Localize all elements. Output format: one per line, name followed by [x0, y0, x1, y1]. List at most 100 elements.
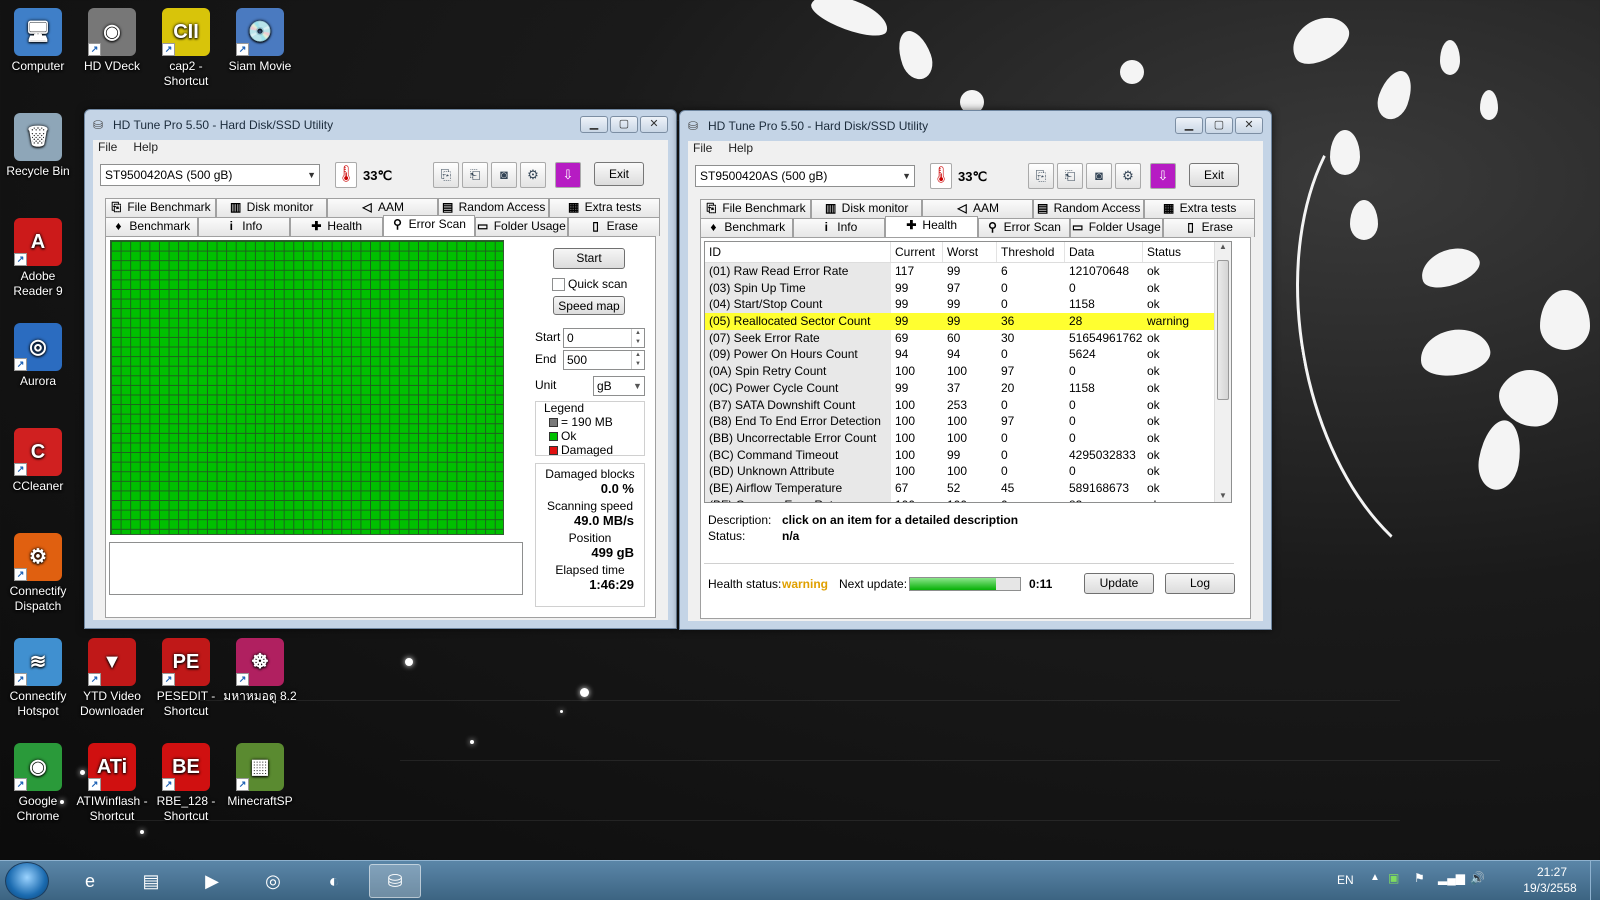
- internet-explorer-icon[interactable]: e: [64, 864, 116, 898]
- tab-random-access[interactable]: ▤ Random Access: [1033, 199, 1144, 218]
- tab-disk-monitor[interactable]: ▥ Disk monitor: [216, 198, 327, 217]
- desktop-icon-disc[interactable]: ◉ ↗ HD VDeck: [74, 8, 150, 74]
- clock-date[interactable]: 19/3/2558: [1512, 881, 1588, 895]
- firefox-icon[interactable]: ◐: [308, 864, 360, 898]
- tab-health[interactable]: ✚ Health: [885, 216, 978, 237]
- tab-benchmark[interactable]: ♦ Benchmark: [105, 217, 198, 236]
- tab-extra-tests[interactable]: ▦ Extra tests: [1144, 199, 1255, 218]
- update-button[interactable]: Update: [1084, 573, 1154, 594]
- desktop-icon-cd[interactable]: 💿 ↗ Siam Movie: [222, 8, 298, 74]
- scroll-down-icon[interactable]: ▼: [1215, 491, 1231, 500]
- drive-select[interactable]: ST9500420AS (500 gB) ▼: [695, 165, 915, 187]
- scroll-up-icon[interactable]: ▲: [1215, 242, 1231, 251]
- start-button[interactable]: [5, 862, 49, 900]
- gpu-tray-icon[interactable]: ▣: [1388, 871, 1399, 885]
- desktop-icon-recycle-bin[interactable]: 🗑 Recycle Bin: [0, 113, 76, 179]
- flag-icon[interactable]: ⚑: [1414, 871, 1425, 885]
- exit-button[interactable]: Exit: [594, 162, 644, 186]
- save-icon[interactable]: ⇩: [1150, 163, 1176, 189]
- table-row[interactable]: (BF) G-sense Error Rate100100083ok: [705, 496, 1231, 502]
- column-header-data[interactable]: Data: [1065, 242, 1143, 262]
- desktop-icon-ati[interactable]: ATi ↗ ATIWinflash - Shortcut: [74, 743, 150, 824]
- tab-error-scan[interactable]: ⚲ Error Scan: [382, 215, 475, 236]
- speed-map-button[interactable]: Speed map: [553, 296, 625, 315]
- table-row[interactable]: (07) Seek Error Rate 69 60 30 51654961762 ok: [705, 329, 1231, 347]
- screenshot-icon[interactable]: ◙: [1086, 163, 1112, 189]
- desktop-icon-connectify-dispatch[interactable]: ⚙ ↗ Connectify Dispatch: [0, 533, 76, 614]
- tab-folder-usage[interactable]: ▭ Folder Usage: [475, 217, 568, 236]
- copy-all-icon[interactable]: ⎗: [462, 162, 488, 188]
- table-row[interactable]: (BB) Uncorrectable Error Count 100 100 0 0 ok: [705, 429, 1231, 447]
- desktop-icon-connectify-hotspot[interactable]: ≋ ↗ Connectify Hotspot: [0, 638, 76, 719]
- desktop-icon-aurora[interactable]: ◎ ↗ Aurora: [0, 323, 76, 389]
- language-indicator[interactable]: EN: [1337, 873, 1354, 887]
- tab-erase[interactable]: ▯ Erase: [567, 217, 660, 236]
- scrollbar-thumb[interactable]: [1217, 260, 1229, 400]
- start-button[interactable]: Start: [553, 248, 625, 269]
- vertical-scrollbar[interactable]: ▲ ▼: [1214, 242, 1231, 502]
- table-row[interactable]: (B8) End To End Error Detection 100 100 97 0…: [705, 413, 1231, 430]
- menu-file[interactable]: File: [98, 140, 117, 158]
- options-icon[interactable]: ⚙: [520, 162, 546, 188]
- start-input[interactable]: 0 ▲ ▼: [563, 328, 645, 348]
- column-header-status[interactable]: Status: [1143, 242, 1215, 262]
- table-row[interactable]: (BD) Unknown Attribute 100 100 0 0 ok: [705, 463, 1231, 480]
- table-row[interactable]: (05) Reallocated Sector Count 99 99 36 28 war…: [705, 313, 1231, 330]
- menu-help[interactable]: Help: [133, 140, 158, 158]
- desktop-icon-adobe-reader[interactable]: A ↗ Adobe Reader 9: [0, 218, 76, 299]
- clock-time[interactable]: 21:27: [1522, 865, 1582, 879]
- show-desktop-button[interactable]: [1590, 861, 1600, 900]
- log-button[interactable]: Log: [1165, 573, 1235, 594]
- spinner-icon[interactable]: ▲ ▼: [631, 329, 644, 347]
- desktop-icon-cap2[interactable]: CII ↗ cap2 - Shortcut: [148, 8, 224, 89]
- tab-extra-tests[interactable]: ▦ Extra tests: [549, 198, 660, 217]
- desktop-icon-chrome[interactable]: ◉ ↗ Google Chrome: [0, 743, 76, 824]
- desktop-icon-pesedit[interactable]: PE ↗ PESEDIT - Shortcut: [148, 638, 224, 719]
- network-icon[interactable]: ▂▄▆: [1438, 871, 1465, 885]
- minimize-button[interactable]: ▁: [1175, 117, 1203, 134]
- maximize-button[interactable]: ▢: [610, 116, 638, 133]
- media-player-icon[interactable]: ▶: [186, 864, 238, 898]
- save-icon[interactable]: ⇩: [555, 162, 581, 188]
- column-header-worst[interactable]: Worst: [943, 242, 997, 262]
- desktop-icon-minecraft[interactable]: ▦ ↗ MinecraftSP: [222, 743, 298, 809]
- exit-button[interactable]: Exit: [1189, 163, 1239, 187]
- table-row[interactable]: (BE) Airflow Temperature 67 52 45 589168673 o…: [705, 479, 1231, 497]
- desktop-icon-horoscope[interactable]: ☸ ↗ มหาหมอดู 8.2: [222, 638, 298, 704]
- table-row[interactable]: (BC) Command Timeout 100 99 0 4295032833 ok: [705, 446, 1231, 464]
- tab-info[interactable]: i Info: [792, 218, 885, 237]
- copy-all-icon[interactable]: ⎗: [1057, 163, 1083, 189]
- file-explorer-icon[interactable]: ▤: [125, 864, 177, 898]
- screenshot-icon[interactable]: ◙: [491, 162, 517, 188]
- tab-health[interactable]: ✚ Health: [290, 217, 383, 236]
- column-header-current[interactable]: Current: [891, 242, 943, 262]
- unit-select[interactable]: gB ▼: [593, 376, 645, 396]
- desktop-icon-rbe[interactable]: BE ↗ RBE_128 - Shortcut: [148, 743, 224, 824]
- tab-error-scan[interactable]: ⚲ Error Scan: [977, 218, 1070, 237]
- close-button[interactable]: ✕: [1235, 117, 1263, 134]
- menu-help[interactable]: Help: [728, 141, 753, 159]
- table-row[interactable]: (B7) SATA Downshift Count 100 253 0 0 ok: [705, 396, 1231, 414]
- tab-erase[interactable]: ▯ Erase: [1162, 218, 1255, 237]
- minimize-button[interactable]: ▁: [580, 116, 608, 133]
- table-row[interactable]: (09) Power On Hours Count 94 94 0 5624 ok: [705, 346, 1231, 364]
- desktop-icon-ccleaner[interactable]: C ↗ CCleaner: [0, 428, 76, 494]
- copy-info-icon[interactable]: ⎘: [433, 162, 459, 188]
- menu-file[interactable]: File: [693, 141, 712, 159]
- copy-info-icon[interactable]: ⎘: [1028, 163, 1054, 189]
- tab-benchmark[interactable]: ♦ Benchmark: [700, 218, 793, 237]
- tab-file-benchmark[interactable]: ⎘ File Benchmark: [105, 198, 216, 217]
- aurora-taskbar-icon[interactable]: ◎: [247, 864, 299, 898]
- column-header-threshold[interactable]: Threshold: [997, 242, 1065, 262]
- column-header-id[interactable]: ID: [705, 242, 891, 262]
- spinner-icon[interactable]: ▲ ▼: [631, 351, 644, 369]
- tray-expand-icon[interactable]: ▲: [1370, 872, 1380, 883]
- close-button[interactable]: ✕: [640, 116, 668, 133]
- table-row[interactable]: (03) Spin Up Time 99 97 0 0 ok: [705, 279, 1231, 297]
- volume-icon[interactable]: 🔊: [1470, 871, 1485, 885]
- table-row[interactable]: (04) Start/Stop Count 99 99 0 1158 ok: [705, 296, 1231, 314]
- table-row[interactable]: (0A) Spin Retry Count 100 100 97 0 ok: [705, 363, 1231, 380]
- tab-file-benchmark[interactable]: ⎘ File Benchmark: [700, 199, 811, 218]
- drive-select[interactable]: ST9500420AS (500 gB) ▼: [100, 164, 320, 186]
- quick-scan-checkbox[interactable]: [552, 278, 565, 291]
